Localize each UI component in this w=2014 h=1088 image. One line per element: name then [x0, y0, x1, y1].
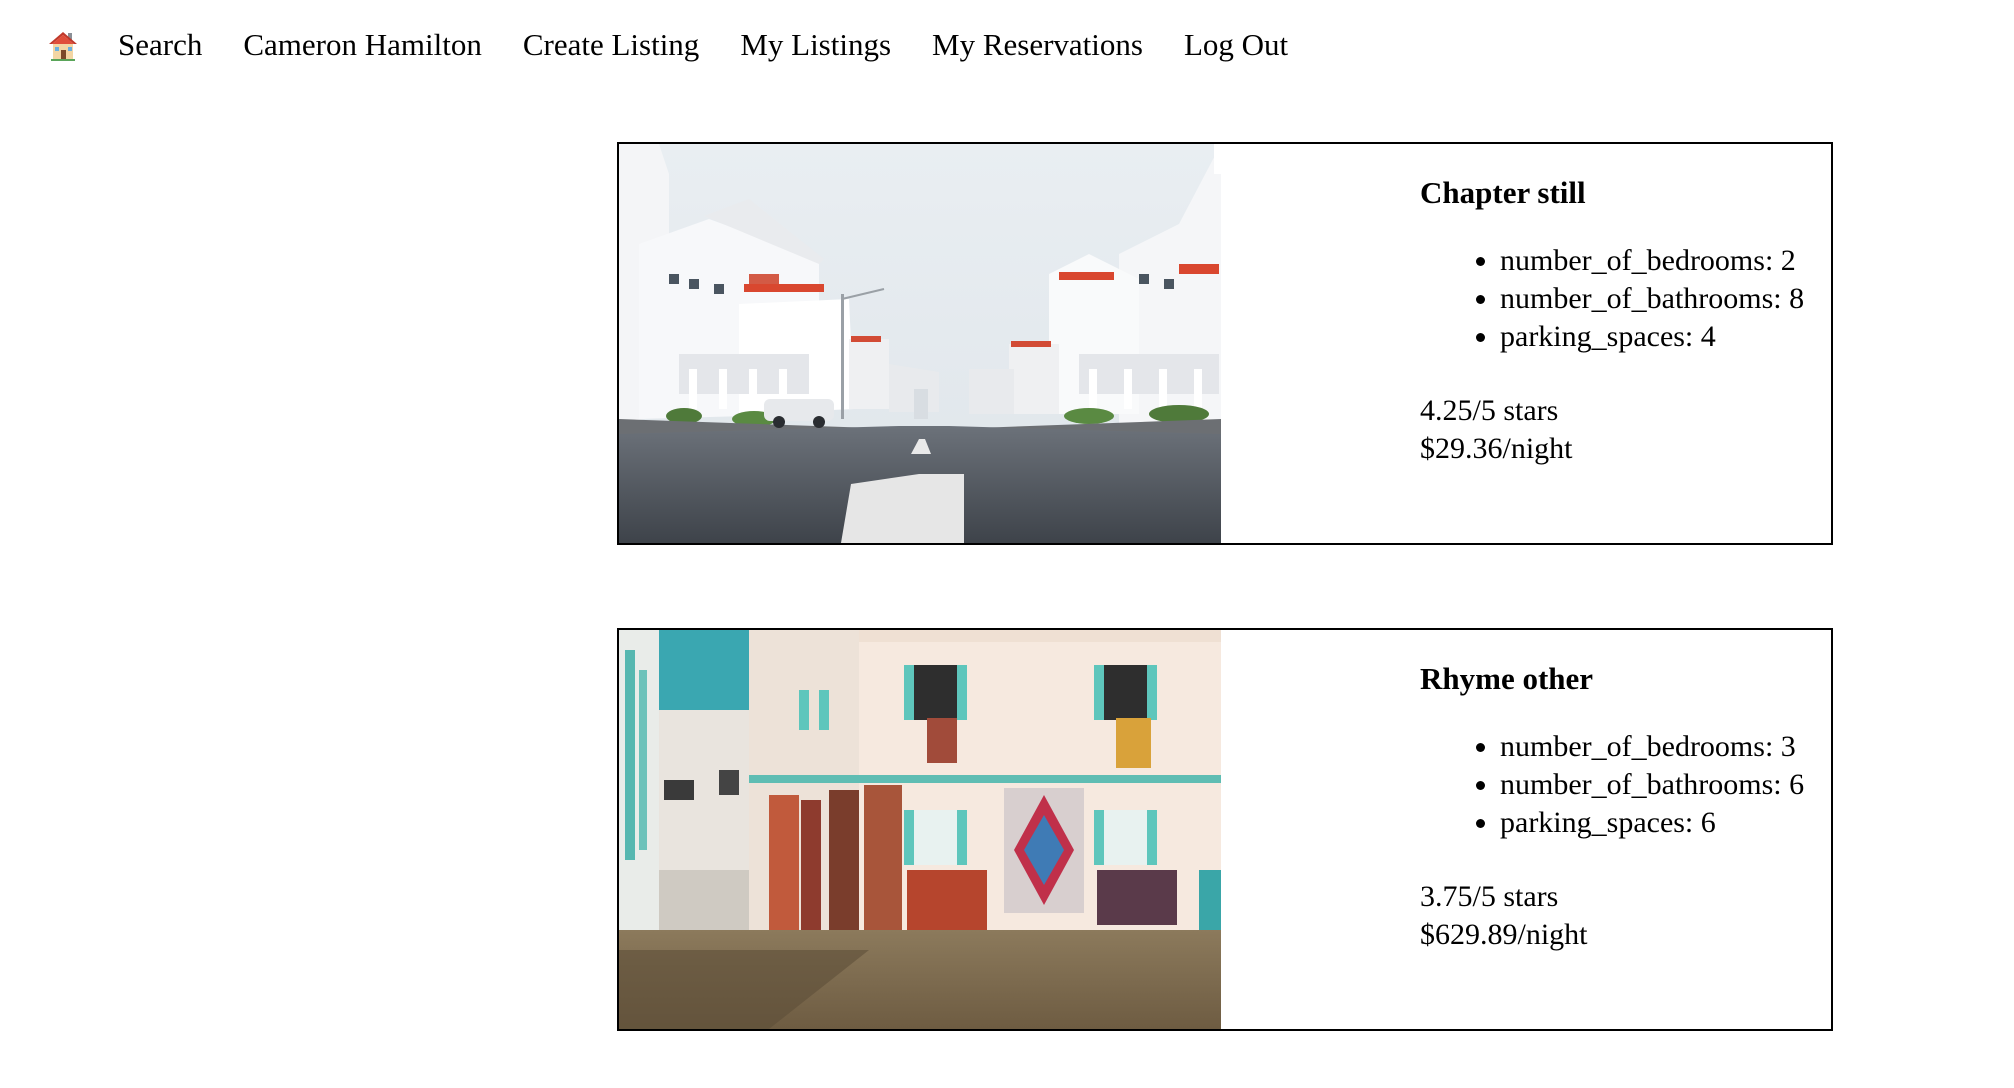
feature-bathrooms: number_of_bathrooms: 6 — [1500, 766, 1804, 804]
nav-profile-link[interactable]: Cameron Hamilton — [243, 27, 481, 63]
feature-parking: parking_spaces: 4 — [1500, 318, 1804, 356]
listing-card[interactable]: Chapter still number_of_bedrooms: 2 numb… — [617, 142, 1833, 545]
feature-bathrooms: number_of_bathrooms: 8 — [1500, 280, 1804, 318]
listing-title: Chapter still — [1420, 175, 1586, 210]
listing-features: number_of_bedrooms: 2 number_of_bathroom… — [1420, 242, 1804, 356]
feature-bedrooms: number_of_bedrooms: 2 — [1500, 242, 1804, 280]
listing-details: Rhyme other number_of_bedrooms: 3 number… — [1221, 630, 1831, 1029]
nav-my-reservations-link[interactable]: My Reservations — [932, 27, 1143, 63]
listing-rating: 4.25/5 stars — [1420, 394, 1559, 427]
nav-search-link[interactable]: Search — [118, 27, 202, 63]
nav-log-out-link[interactable]: Log Out — [1184, 27, 1288, 63]
top-navigation: Search Cameron Hamilton Create Listing M… — [46, 22, 1329, 68]
listing-price: $629.89/night — [1420, 918, 1588, 951]
listing-photo — [619, 630, 1221, 1029]
listing-title: Rhyme other — [1420, 661, 1594, 696]
listing-photo — [619, 144, 1221, 543]
listing-card[interactable]: Rhyme other number_of_bedrooms: 3 number… — [617, 628, 1833, 1031]
nav-create-listing-link[interactable]: Create Listing — [523, 27, 699, 63]
house-icon[interactable] — [46, 28, 80, 62]
listing-details: Chapter still number_of_bedrooms: 2 numb… — [1221, 144, 1831, 543]
listing-price: $29.36/night — [1420, 432, 1573, 465]
nav-my-listings-link[interactable]: My Listings — [740, 27, 891, 63]
listing-features: number_of_bedrooms: 3 number_of_bathroom… — [1420, 728, 1804, 842]
listing-rating: 3.75/5 stars — [1420, 880, 1559, 913]
feature-bedrooms: number_of_bedrooms: 3 — [1500, 728, 1804, 766]
feature-parking: parking_spaces: 6 — [1500, 804, 1804, 842]
